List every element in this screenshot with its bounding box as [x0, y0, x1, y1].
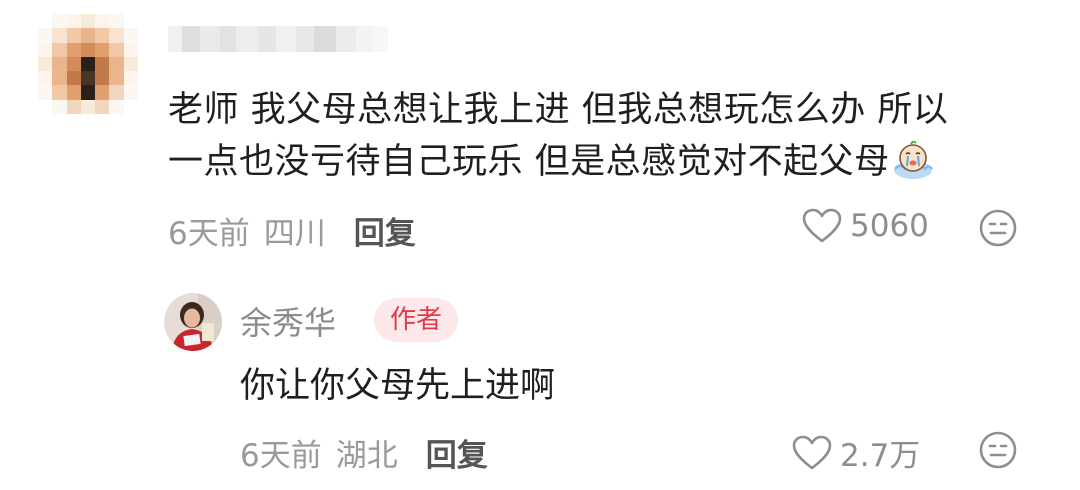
comment-thread: 老师 我父母总想让我上进 但我总想玩怎么办 所以 一点也没亏待自己玩乐 但是总感…: [0, 0, 1080, 490]
reply-location: 湖北: [335, 438, 398, 474]
dislike-face-icon: [978, 431, 1018, 474]
dislike-face-icon: [978, 209, 1018, 252]
reply-like-button[interactable]: 2.7万: [792, 430, 920, 475]
heart-icon: [802, 208, 842, 244]
comment-body: 老师 我父母总想让我上进 但我总想玩怎么办 所以 一点也没亏待自己玩乐 但是总感…: [168, 84, 1048, 188]
reply-dislike-button[interactable]: [978, 430, 1018, 470]
comment-time: 6天前: [168, 216, 250, 252]
reply-reply-button[interactable]: 回复: [426, 430, 488, 475]
author-name[interactable]: 余秀华: [240, 298, 336, 344]
reply-button[interactable]: 回复: [354, 208, 416, 253]
commenter-username-blurred[interactable]: [168, 26, 388, 52]
heart-icon: [792, 435, 832, 471]
like-button[interactable]: 5060: [802, 208, 929, 244]
comment-line-text: 一点也没亏待自己玩乐 但是总感觉对不起父母: [168, 142, 890, 182]
like-count: 5060: [850, 208, 929, 244]
reply-meta: 6天前 湖北 回复: [240, 430, 488, 475]
comment-line: 一点也没亏待自己玩乐 但是总感觉对不起父母: [168, 136, 1048, 188]
reply-time: 6天前: [240, 438, 322, 474]
author-badge: 作者: [374, 298, 459, 342]
reply-like-count: 2.7万: [840, 438, 921, 474]
author-avatar[interactable]: [164, 293, 222, 351]
reply-body: 你让你父母先上进啊: [240, 366, 556, 406]
dislike-button[interactable]: [978, 208, 1018, 248]
comment-line: 老师 我父母总想让我上进 但我总想玩怎么办 所以: [168, 90, 949, 130]
comment-location: 四川: [263, 216, 326, 252]
crying-face-icon: [892, 139, 934, 181]
comment-meta: 6天前 四川 回复: [168, 208, 416, 253]
commenter-avatar[interactable]: [38, 14, 138, 114]
